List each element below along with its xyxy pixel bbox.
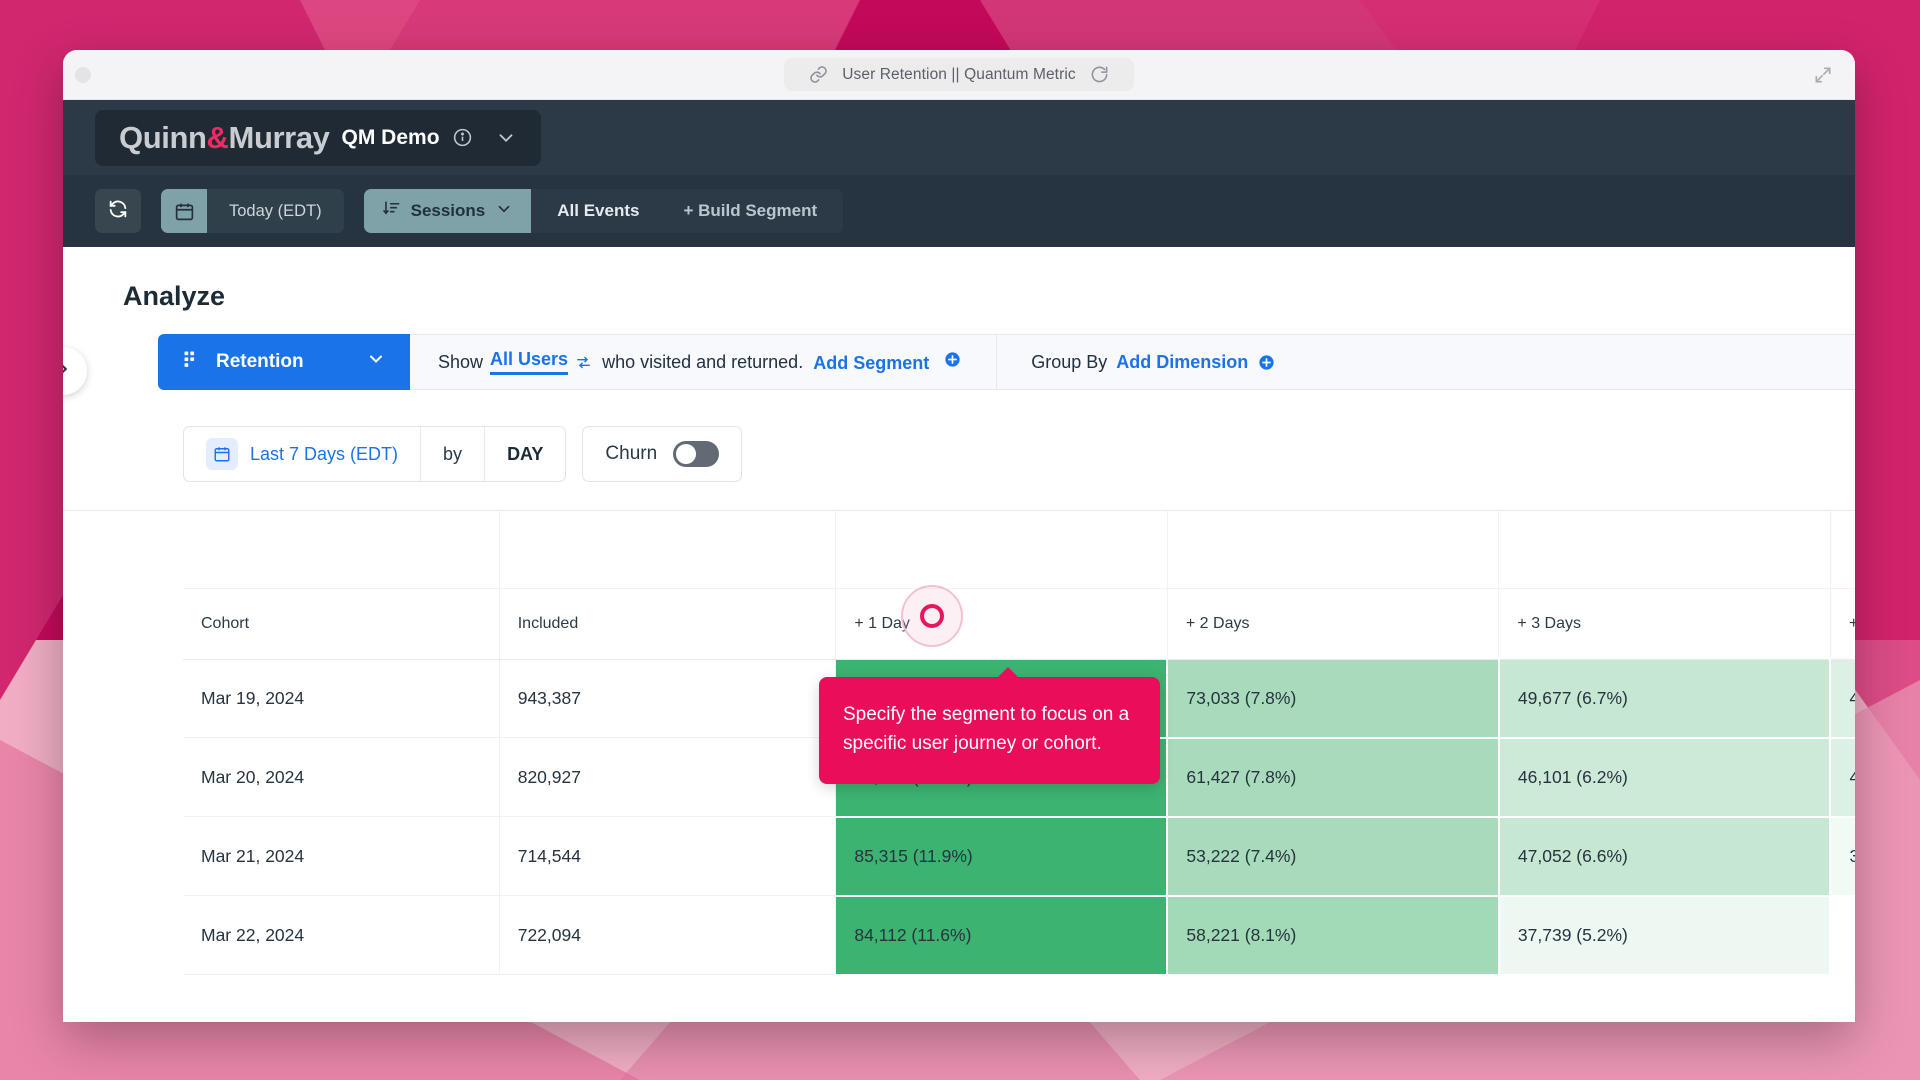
- plus-circle-icon[interactable]: [1257, 353, 1276, 372]
- address-bar[interactable]: User Retention || Quantum Metric: [784, 58, 1134, 91]
- swap-icon[interactable]: [575, 354, 592, 371]
- browser-window: User Retention || Quantum Metric Quinn&M…: [63, 50, 1855, 1022]
- column-header-day-3[interactable]: + 3 Days: [1499, 588, 1831, 659]
- sessions-dropdown[interactable]: Sessions: [364, 189, 532, 233]
- brand-last: Murray: [229, 120, 330, 155]
- cell-included: 714,544: [499, 817, 836, 896]
- sessions-label: Sessions: [411, 201, 486, 221]
- table-spacer-row: [183, 511, 1855, 588]
- brand-logo: Quinn&Murray: [119, 120, 330, 156]
- app-header: Quinn&Murray QM Demo: [63, 100, 1855, 175]
- account-name: QM Demo: [342, 126, 440, 150]
- group-by-label: Group By: [1031, 352, 1107, 373]
- table-row[interactable]: Mar 22, 2024722,09484,112 (11.6%)58,221 …: [183, 896, 1855, 975]
- cell-cohort: Mar 21, 2024: [183, 817, 499, 896]
- chevron-down-icon: [366, 349, 386, 375]
- cell-retention-day-3[interactable]: 47,052 (6.6%): [1499, 817, 1831, 896]
- cell-retention-day-1[interactable]: 85,315 (11.9%): [836, 817, 1168, 896]
- sort-icon: [382, 199, 401, 223]
- cell-included: 722,094: [499, 896, 836, 975]
- column-header-day-1[interactable]: + 1 Day: [836, 588, 1168, 659]
- date-range-value: Last 7 Days (EDT): [250, 444, 398, 465]
- cell-retention-day-3[interactable]: 46,101 (6.2%): [1499, 738, 1831, 817]
- column-header-cohort[interactable]: Cohort: [183, 588, 499, 659]
- report-type-label: Retention: [216, 351, 304, 373]
- table-header-row: Cohort Included + 1 Day + 2 Days + 3 Day…: [183, 588, 1855, 659]
- cell-retention-day-2[interactable]: 61,427 (7.8%): [1167, 738, 1499, 817]
- all-events-button[interactable]: All Events: [557, 201, 639, 221]
- filter-row: Last 7 Days (EDT) by DAY Churn: [183, 426, 1855, 482]
- cell-retention-day-1[interactable]: 84,112 (11.6%): [836, 896, 1168, 975]
- retention-table-head: Cohort Included + 1 Day + 2 Days + 3 Day…: [183, 511, 1855, 659]
- cursor-click-indicator: [920, 604, 944, 628]
- reload-icon[interactable]: [1090, 65, 1109, 84]
- cell-cohort: Mar 19, 2024: [183, 659, 499, 738]
- app-toolbar: Today (EDT) Sessions All Events: [63, 175, 1855, 247]
- info-icon[interactable]: [452, 127, 473, 148]
- query-bar: Retention Show All Users who visi: [158, 334, 1855, 390]
- report-type-dropdown[interactable]: Retention: [158, 334, 410, 390]
- cell-cohort: Mar 20, 2024: [183, 738, 499, 817]
- cell-cohort: Mar 22, 2024: [183, 896, 499, 975]
- cell-retention-day-4[interactable]: 43,404 (5.: [1830, 738, 1855, 817]
- chevron-right-icon: [63, 358, 74, 385]
- add-dimension-link[interactable]: Add Dimension: [1116, 352, 1248, 373]
- churn-toggle[interactable]: [673, 441, 719, 467]
- segment-toolbar-group: Sessions All Events + Build Segment: [364, 189, 844, 233]
- cell-retention-day-2[interactable]: 53,222 (7.4%): [1167, 817, 1499, 896]
- show-label: Show: [438, 352, 483, 373]
- build-segment-button[interactable]: + Build Segment: [683, 201, 817, 221]
- cell-included: 943,387: [499, 659, 836, 738]
- cell-retention-day-2[interactable]: 73,033 (7.8%): [1167, 659, 1499, 738]
- tab-title: User Retention || Quantum Metric: [842, 66, 1076, 84]
- date-granularity-card: Last 7 Days (EDT) by DAY: [183, 426, 566, 482]
- sidebar-expand-button[interactable]: [63, 347, 87, 395]
- query-middle-text: who visited and returned.: [602, 352, 803, 373]
- brand-account-selector[interactable]: Quinn&Murray QM Demo: [95, 110, 541, 166]
- segment-tooltip-text: Specify the segment to focus on a specif…: [843, 704, 1129, 754]
- refresh-button[interactable]: [95, 189, 141, 233]
- cell-retention-day-2[interactable]: 58,221 (8.1%): [1167, 896, 1499, 975]
- cell-retention-day-4[interactable]: 33,413 (4.: [1830, 817, 1855, 896]
- events-segment-area: All Events + Build Segment: [531, 189, 843, 233]
- query-expression: Show All Users who visited and returned.…: [410, 334, 1855, 390]
- churn-label: Churn: [605, 443, 657, 465]
- date-range-label: Today (EDT): [207, 189, 344, 233]
- brand-first: Quinn: [119, 120, 207, 155]
- refresh-icon: [107, 198, 129, 225]
- calendar-icon: [206, 438, 238, 470]
- date-range-button[interactable]: Today (EDT): [161, 189, 344, 233]
- date-range-picker[interactable]: Last 7 Days (EDT): [184, 427, 420, 481]
- browser-titlebar: User Retention || Quantum Metric: [63, 50, 1855, 100]
- query-divider: [996, 335, 997, 389]
- plus-circle-icon[interactable]: [943, 350, 962, 369]
- expand-icon[interactable]: [1813, 65, 1833, 85]
- cell-retention-day-3[interactable]: 37,739 (5.2%): [1499, 896, 1831, 975]
- calendar-icon: [161, 189, 207, 233]
- granularity-selector[interactable]: DAY: [484, 427, 565, 481]
- page-title: Analyze: [63, 247, 1855, 312]
- link-icon: [809, 65, 828, 84]
- column-header-included[interactable]: Included: [499, 588, 836, 659]
- segment-tooltip: Specify the segment to focus on a specif…: [819, 677, 1160, 784]
- cell-included: 820,927: [499, 738, 836, 817]
- chevron-down-icon: [495, 200, 513, 223]
- retention-grid-icon: [182, 349, 202, 375]
- page-body: Analyze Retention: [63, 247, 1855, 1022]
- audience-selector[interactable]: All Users: [490, 349, 568, 375]
- column-header-day-2[interactable]: + 2 Days: [1167, 588, 1499, 659]
- by-label: by: [420, 427, 484, 481]
- cell-retention-day-4[interactable]: 42,944 (5.: [1830, 659, 1855, 738]
- cell-retention-day-4[interactable]: [1830, 896, 1855, 975]
- churn-toggle-card[interactable]: Churn: [582, 426, 742, 482]
- brand-ampersand: &: [207, 120, 229, 155]
- cell-retention-day-3[interactable]: 49,677 (6.7%): [1499, 659, 1831, 738]
- add-segment-link[interactable]: Add Segment: [813, 353, 929, 373]
- window-control-dot[interactable]: [75, 67, 91, 83]
- table-row[interactable]: Mar 21, 2024714,54485,315 (11.9%)53,222 …: [183, 817, 1855, 896]
- chevron-down-icon[interactable]: [495, 127, 517, 149]
- column-header-day-4[interactable]: + 4 Days: [1830, 588, 1855, 659]
